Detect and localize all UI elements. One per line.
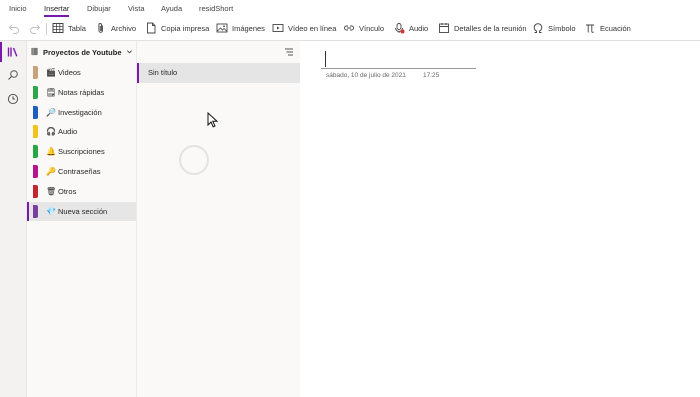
section-color-tab (33, 125, 38, 139)
section-color-tab (33, 85, 38, 99)
audio-label: Audio (409, 23, 429, 33)
ribbon-toolbar: Tabla Archivo Copia impresa Imágenes Víd… (0, 16, 700, 41)
section-emoji-icon: 🗑 (46, 186, 57, 196)
image-icon (216, 22, 228, 34)
pages-pane: Sin título (136, 41, 301, 397)
audio-record-icon (393, 22, 405, 34)
undo-button[interactable] (8, 20, 20, 36)
section-emoji-icon: 🎧 (46, 127, 56, 137)
paperclip-icon (95, 22, 107, 34)
tab-inicio[interactable]: Inicio (9, 4, 27, 13)
section-label: Nueva sección (58, 206, 108, 216)
section-item[interactable]: 💎 Nueva sección (27, 201, 136, 221)
section-color-tab (33, 184, 38, 198)
notebook-icon (30, 47, 39, 58)
insert-equation-button[interactable]: Ecuación (584, 20, 631, 36)
notebook-selector[interactable]: Proyectos de Youtube (30, 46, 133, 58)
notebook-name: Proyectos de Youtube (43, 47, 122, 57)
section-item[interactable]: 🔎 Investigación (27, 103, 136, 122)
text-caret (325, 51, 326, 67)
omega-icon (532, 22, 544, 34)
section-color-tab (33, 66, 38, 79)
insert-printout-button[interactable]: Copia impresa (145, 20, 209, 36)
pi-icon (584, 22, 596, 34)
insert-audio-button[interactable]: Audio (393, 20, 428, 36)
notebooks-icon (7, 46, 19, 60)
section-color-tab (33, 165, 38, 178)
tab-dibujar[interactable]: Dibujar (87, 4, 111, 13)
tab-ayuda[interactable]: Ayuda (161, 4, 182, 13)
section-item[interactable]: 🎧 Audio (27, 122, 136, 141)
section-color-tab (33, 145, 38, 159)
tab-residshort[interactable]: residShort (199, 4, 233, 13)
insert-symbol-button[interactable]: Símbolo (532, 20, 576, 36)
file-label: Archivo (111, 23, 137, 33)
section-label: Videos (58, 68, 81, 77)
insert-file-button[interactable]: Archivo (95, 20, 136, 36)
sections-pane: Proyectos de Youtube 🎬 Videos 🗒 Notas rápid… (27, 41, 136, 397)
search-icon (7, 69, 19, 83)
sort-pages-icon[interactable] (283, 46, 295, 58)
document-icon (145, 22, 157, 34)
section-color-tab (33, 105, 38, 119)
insert-pictures-button[interactable]: Imágenes (216, 20, 265, 36)
section-emoji-icon: 🎬 (46, 68, 56, 77)
section-emoji-icon: 🔎 (46, 107, 56, 117)
section-label: Audio (58, 127, 78, 137)
search-button[interactable] (4, 67, 22, 85)
note-canvas[interactable]: sábado, 10 de julio de 2021 17:25 (300, 41, 700, 397)
section-label: Otros (58, 186, 77, 196)
online-video-label: Vídeo en línea (288, 23, 337, 33)
section-label: Contraseñas (58, 167, 101, 176)
section-emoji-icon: 🔔 (46, 147, 56, 157)
section-label: Investigación (58, 107, 102, 117)
insert-link-button[interactable]: Vínculo (343, 20, 384, 36)
section-label: Suscripciones (58, 147, 105, 157)
section-emoji-icon: 🗒 (46, 87, 57, 97)
meeting-details-label: Detalles de la reunión (454, 23, 527, 33)
table-label: Tabla (68, 23, 86, 33)
loading-spinner (179, 145, 209, 175)
section-emoji-icon: 🔑 (46, 167, 56, 176)
insert-table-button[interactable]: Tabla (52, 20, 86, 36)
section-item[interactable]: 🎬 Videos (27, 63, 136, 82)
mouse-cursor-icon (207, 111, 219, 128)
link-label: Vínculo (359, 23, 385, 33)
ribbon-separator (46, 23, 47, 35)
page-title: Sin título (148, 68, 178, 77)
chevron-down-icon (126, 48, 133, 57)
section-item[interactable]: 🗒 Notas rápidas (27, 83, 136, 102)
equation-label: Ecuación (600, 23, 631, 33)
redo-button[interactable] (29, 20, 41, 36)
printout-label: Copia impresa (161, 23, 210, 33)
section-item[interactable]: 🗑 Otros (27, 182, 136, 201)
tab-insertar[interactable]: Insertar (44, 4, 70, 17)
page-item[interactable]: Sin título (137, 63, 300, 83)
clock-icon (7, 93, 19, 107)
tab-vista[interactable]: Vista (128, 4, 145, 13)
insert-online-video-button[interactable]: Vídeo en línea (272, 20, 336, 36)
meeting-details-button[interactable]: Detalles de la reunión (438, 20, 527, 36)
pictures-label: Imágenes (232, 23, 265, 33)
table-icon (52, 22, 64, 34)
link-icon (343, 22, 355, 34)
page-title-underline (321, 68, 476, 69)
section-emoji-icon: 💎 (46, 206, 56, 216)
nav-rail (0, 41, 27, 397)
section-color-tab (33, 204, 38, 218)
page-date: sábado, 10 de julio de 2021 (326, 72, 406, 79)
notebooks-button[interactable] (4, 44, 22, 62)
video-icon (272, 22, 284, 34)
section-label: Notas rápidas (58, 87, 105, 97)
recent-notes-button[interactable] (4, 91, 22, 109)
section-item[interactable]: 🔔 Suscripciones (27, 142, 136, 161)
page-time: 17:25 (423, 72, 440, 79)
symbol-label: Símbolo (548, 23, 576, 33)
section-item[interactable]: 🔑 Contraseñas (27, 162, 136, 181)
rail-active-indicator (0, 42, 2, 62)
redo-icon (29, 22, 41, 34)
menu-bar: Inicio Insertar Dibujar Vista Ayuda resi… (0, 0, 700, 17)
calendar-icon (438, 22, 450, 34)
undo-icon (8, 22, 20, 34)
